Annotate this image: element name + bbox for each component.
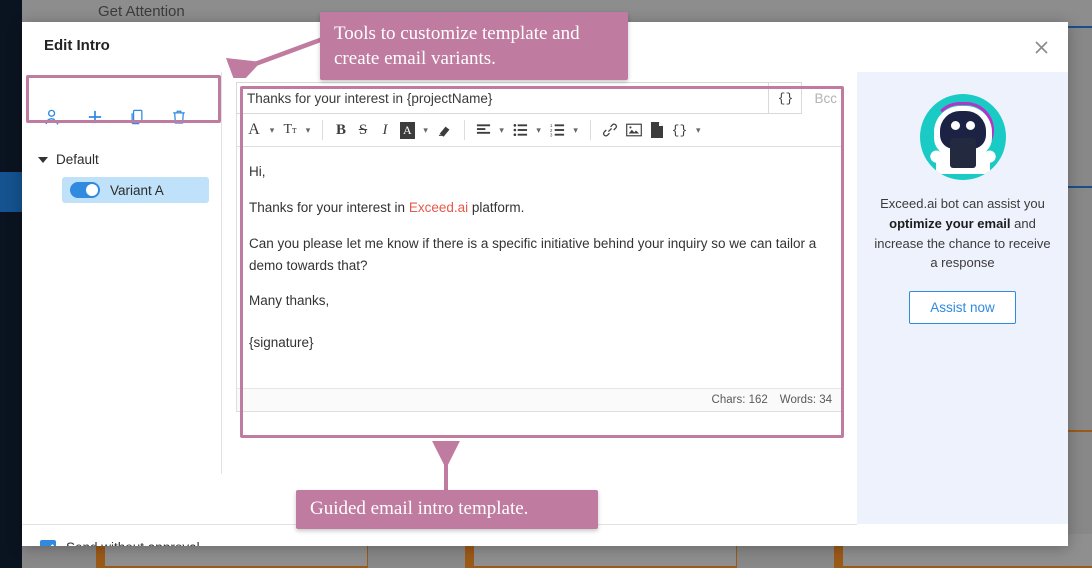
bullet-list-icon[interactable]: [509, 118, 532, 142]
body-paragraph: Can you please let me know if there is a…: [249, 235, 817, 273]
assistant-line-3: increase the chance to receive: [874, 235, 1051, 251]
font-family-icon[interactable]: A: [243, 118, 265, 142]
send-without-approval-label: Send without approval: [66, 540, 200, 546]
background-topbar-title: Get Attention: [98, 3, 185, 20]
email-editor: Thanks for your interest in {projectName…: [222, 72, 857, 474]
font-size-chevron-down-icon[interactable]: ▾: [301, 125, 315, 136]
assistant-emphasis: optimize your email: [889, 215, 1011, 231]
variant-toggle[interactable]: [70, 182, 100, 198]
strikethrough-icon[interactable]: S: [352, 118, 374, 142]
variant-group-label: Default: [56, 152, 99, 167]
body-paragraph: Thanks for your interest in Exceed.ai pl…: [249, 197, 830, 219]
link-icon[interactable]: [598, 118, 622, 142]
list-item[interactable]: Variant A: [62, 177, 209, 203]
page-title: Edit Intro: [44, 37, 110, 54]
bot-eye-left: [950, 121, 960, 130]
annotation-label-template: Guided email intro template.: [296, 490, 598, 529]
merge-token-icon[interactable]: {}: [668, 118, 692, 142]
image-icon[interactable]: [622, 118, 646, 142]
bold-icon[interactable]: B: [330, 118, 352, 142]
subject-row: Thanks for your interest in {projectName…: [236, 82, 843, 114]
bot-phone: [949, 138, 976, 168]
add-person-icon[interactable]: [32, 100, 74, 134]
char-count: Chars: 162: [711, 394, 768, 406]
variant-label: Variant A: [110, 182, 164, 198]
body-text-prefix: Thanks for your interest in: [249, 199, 409, 215]
body-paragraph: {signature}: [249, 335, 314, 351]
text-color-chevron-down-icon[interactable]: ▾: [419, 125, 433, 136]
duplicate-icon[interactable]: [116, 100, 158, 134]
assistant-line-4: a response: [930, 255, 995, 271]
align-chevron-down-icon[interactable]: ▾: [495, 125, 509, 136]
chevron-down-icon[interactable]: [38, 156, 48, 163]
assistant-line-1: Exceed.ai bot can assist you: [880, 196, 1045, 211]
trash-icon[interactable]: [158, 100, 200, 134]
background-nav-rail: [0, 0, 22, 568]
body-paragraph: Many thanks,: [249, 293, 330, 309]
editor-status-bar: Chars: 162 Words: 34: [237, 388, 842, 411]
numbered-list-icon[interactable]: 1 2 3: [546, 118, 569, 142]
font-family-chevron-down-icon[interactable]: ▾: [265, 125, 279, 136]
attachment-icon[interactable]: [646, 118, 668, 142]
bullet-list-chevron-down-icon[interactable]: ▾: [532, 125, 546, 136]
dialog-body: Default Variant A Thanks for your intere…: [22, 72, 1068, 546]
toolbar-separator: [322, 120, 323, 140]
variant-group-default[interactable]: Default: [22, 148, 221, 171]
text-color-icon[interactable]: A: [396, 118, 419, 142]
email-body[interactable]: Hi, Thanks for your interest in Exceed.a…: [236, 147, 843, 412]
word-count: Words: 34: [779, 394, 832, 406]
rich-text-toolbar: A ▾ Tт ▾ B S I A ▾ ▾ ▾ 1 2 3 ▾ {} ▾: [236, 114, 843, 147]
assistant-panel: Exceed.ai bot can assist you optimize yo…: [857, 72, 1068, 524]
variants-panel: Default Variant A: [22, 72, 222, 474]
variant-toolbar: [28, 92, 215, 142]
body-paragraph: Hi,: [249, 164, 266, 179]
edit-intro-dialog: Edit Intro Default Variant A Thanks for …: [22, 22, 1068, 546]
toolbar-separator: [589, 120, 591, 140]
bcc-button[interactable]: Bcc: [802, 82, 843, 114]
assistant-description: Exceed.ai bot can assist you optimize yo…: [873, 194, 1052, 273]
subject-merge-token-icon[interactable]: {}: [768, 82, 803, 114]
send-without-approval-checkbox[interactable]: [40, 539, 56, 546]
exceed-bot-avatar-icon: [919, 94, 1006, 180]
assistant-line-2: and: [1010, 215, 1036, 231]
body-link[interactable]: Exceed.ai: [409, 200, 468, 215]
clear-format-icon[interactable]: [433, 118, 457, 142]
assist-now-button[interactable]: Assist now: [909, 291, 1016, 324]
subject-input[interactable]: Thanks for your interest in {projectName…: [236, 82, 769, 114]
merge-token-chevron-down-icon[interactable]: ▾: [691, 125, 705, 136]
toolbar-separator: [463, 120, 465, 140]
close-icon[interactable]: [1028, 34, 1054, 60]
bot-eye-right: [965, 121, 975, 130]
align-icon[interactable]: [472, 118, 495, 142]
font-size-icon[interactable]: Tт: [279, 118, 301, 142]
numbered-list-chevron-down-icon[interactable]: ▾: [569, 125, 583, 136]
body-text-suffix: platform.: [468, 199, 525, 215]
annotation-label-tools: Tools to customize template and create e…: [320, 12, 628, 81]
background-nav-rail-active-item: [0, 172, 22, 212]
svg-text:3: 3: [550, 133, 553, 137]
plus-icon[interactable]: [74, 100, 116, 134]
italic-icon[interactable]: I: [374, 118, 396, 142]
